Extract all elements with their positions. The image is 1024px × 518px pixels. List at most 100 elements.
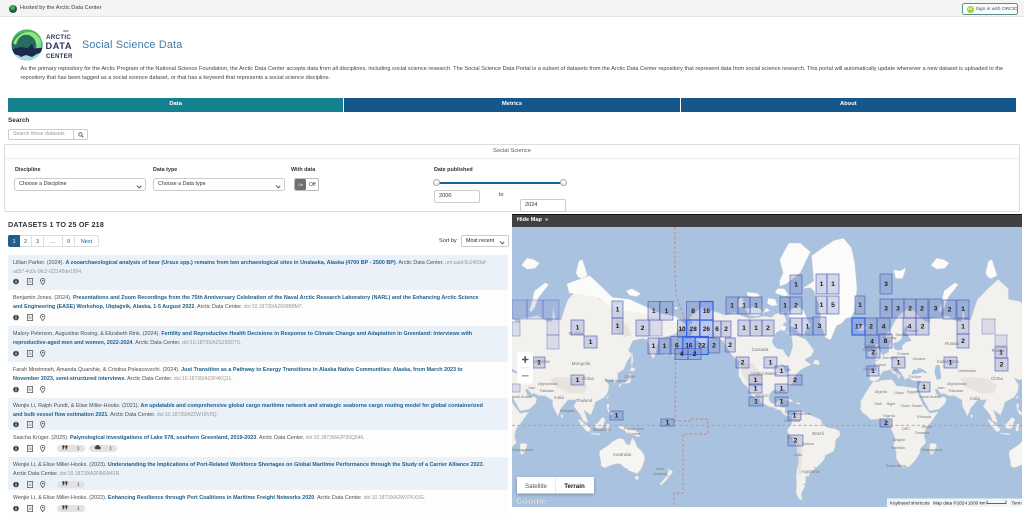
svg-text:1000 km: 1000 km — [968, 501, 986, 506]
svg-text:India: India — [970, 396, 980, 401]
svg-text:1: 1 — [754, 325, 758, 332]
svg-text:1: 1 — [576, 377, 580, 384]
svg-text:China: China — [991, 376, 1003, 381]
svg-text:16: 16 — [703, 308, 711, 315]
svg-text:2: 2 — [908, 306, 912, 313]
svg-text:5: 5 — [831, 302, 835, 309]
svg-text:1: 1 — [589, 339, 593, 346]
svg-text:Pakistan: Pakistan — [949, 389, 964, 393]
svg-text:Terrain: Terrain — [564, 483, 585, 490]
svg-text:1: 1 — [742, 303, 746, 310]
svg-text:1: 1 — [754, 377, 758, 384]
svg-text:1: 1 — [754, 386, 758, 393]
svg-text:6: 6 — [715, 326, 719, 333]
svg-text:1: 1 — [576, 325, 580, 332]
svg-text:Keyboard shortcuts: Keyboard shortcuts — [890, 501, 930, 506]
svg-text:1: 1 — [783, 303, 787, 310]
svg-text:DRC: DRC — [902, 427, 910, 431]
svg-text:2: 2 — [728, 342, 732, 349]
svg-text:1: 1 — [754, 399, 758, 406]
svg-text:Libya: Libya — [894, 390, 904, 395]
svg-text:2: 2 — [712, 343, 716, 350]
svg-text:1: 1 — [794, 282, 798, 289]
svg-text:1: 1 — [831, 281, 835, 288]
svg-text:Chad: Chad — [900, 404, 909, 408]
svg-text:Egypt: Egypt — [907, 389, 918, 394]
svg-text:Nigeria: Nigeria — [883, 414, 896, 418]
svg-text:2: 2 — [920, 306, 924, 313]
svg-text:1: 1 — [961, 306, 965, 313]
svg-text:1: 1 — [665, 308, 669, 315]
svg-text:2: 2 — [869, 324, 873, 331]
svg-text:3: 3 — [896, 306, 900, 313]
svg-text:2: 2 — [641, 325, 645, 332]
svg-text:Iran: Iran — [529, 385, 536, 390]
svg-text:Niger: Niger — [886, 402, 896, 406]
svg-text:4: 4 — [870, 339, 874, 346]
svg-text:Thailand: Thailand — [576, 398, 593, 403]
svg-text:4: 4 — [882, 324, 886, 331]
svg-text:1: 1 — [961, 324, 965, 331]
svg-text:1: 1 — [820, 302, 824, 309]
svg-text:Malaysia: Malaysia — [560, 409, 574, 413]
svg-text:Terms: Terms — [1012, 501, 1023, 506]
svg-text:1: 1 — [616, 307, 620, 314]
svg-text:2: 2 — [794, 303, 798, 310]
svg-text:Canada: Canada — [752, 347, 769, 353]
svg-text:1: 1 — [806, 324, 810, 331]
svg-text:Japan: Japan — [624, 374, 636, 379]
svg-text:2: 2 — [884, 420, 888, 427]
svg-text:Guinea: Guinea — [628, 432, 641, 436]
svg-text:8: 8 — [691, 308, 695, 315]
svg-text:Angola: Angola — [893, 438, 906, 442]
svg-text:2: 2 — [766, 325, 770, 332]
svg-text:New: New — [656, 467, 664, 471]
svg-text:2: 2 — [741, 360, 745, 367]
svg-text:1: 1 — [616, 323, 620, 330]
svg-text:1: 1 — [780, 386, 784, 393]
svg-text:1: 1 — [652, 343, 656, 350]
svg-text:Argentina: Argentina — [801, 469, 820, 474]
svg-text:Algeria: Algeria — [875, 389, 888, 394]
svg-text:3: 3 — [884, 281, 888, 288]
svg-text:Mongolia: Mongolia — [572, 361, 591, 366]
svg-text:Satellite: Satellite — [525, 483, 548, 490]
svg-text:2: 2 — [1000, 362, 1004, 369]
svg-text:Iran: Iran — [938, 385, 945, 390]
svg-text:Italy: Italy — [892, 368, 899, 372]
svg-text:Zealand: Zealand — [653, 472, 667, 476]
svg-text:1: 1 — [780, 368, 784, 375]
svg-text:1: 1 — [780, 399, 784, 406]
svg-text:2: 2 — [961, 338, 965, 345]
svg-text:India: India — [554, 395, 564, 400]
svg-text:1: 1 — [769, 360, 773, 367]
svg-text:1: 1 — [666, 420, 670, 427]
svg-text:Ukraine: Ukraine — [912, 357, 925, 361]
svg-text:3: 3 — [818, 323, 822, 330]
svg-text:1: 1 — [794, 324, 798, 331]
svg-text:10: 10 — [678, 326, 686, 333]
svg-text:Google: Google — [516, 497, 547, 506]
svg-text:1: 1 — [871, 368, 875, 375]
svg-text:Kenya: Kenya — [922, 425, 932, 429]
svg-text:2: 2 — [693, 351, 697, 358]
svg-text:2: 2 — [921, 324, 925, 331]
svg-text:Map data ©2024: Map data ©2024 — [933, 500, 967, 506]
svg-text:4: 4 — [680, 351, 684, 358]
svg-text:Madagascar: Madagascar — [513, 448, 535, 452]
svg-text:Australia: Australia — [613, 452, 632, 458]
svg-text:Saudi Arabia: Saudi Arabia — [512, 395, 533, 399]
svg-text:Afghanistan: Afghanistan — [538, 382, 558, 386]
svg-text:1: 1 — [858, 302, 862, 309]
svg-text:3: 3 — [934, 306, 938, 313]
svg-text:Madagascar: Madagascar — [922, 448, 944, 452]
svg-text:4: 4 — [908, 324, 912, 331]
svg-text:Bolivia: Bolivia — [802, 442, 814, 446]
svg-text:1: 1 — [999, 350, 1003, 357]
svg-text:1: 1 — [754, 303, 758, 310]
svg-text:1: 1 — [663, 343, 667, 350]
svg-text:28: 28 — [690, 326, 698, 333]
svg-text:Ethiopia: Ethiopia — [917, 415, 932, 419]
svg-text:Namibia: Namibia — [891, 446, 904, 450]
svg-text:1: 1 — [820, 281, 824, 288]
